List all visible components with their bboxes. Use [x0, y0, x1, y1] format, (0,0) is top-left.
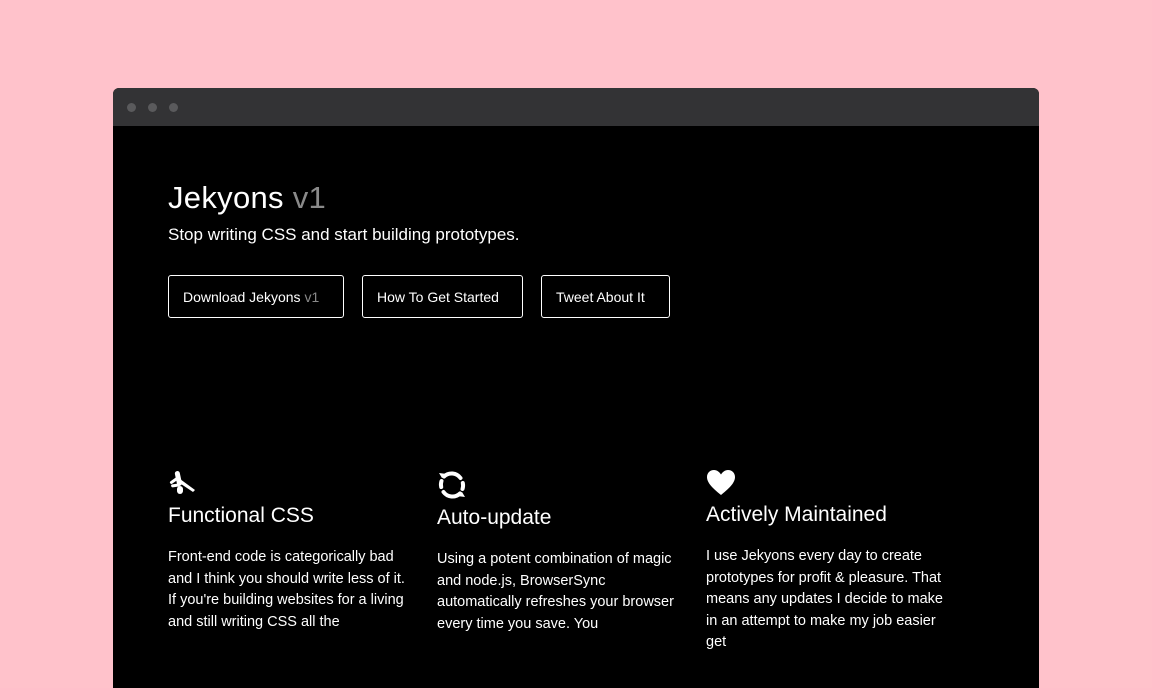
- get-started-button-label: How To Get Started: [377, 288, 499, 305]
- refresh-icon: [437, 470, 467, 505]
- download-button-label: Download Jekyons: [183, 288, 301, 305]
- download-button[interactable]: Download Jekyons v1: [168, 275, 344, 318]
- get-started-button[interactable]: How To Get Started: [362, 275, 523, 318]
- tweet-button[interactable]: Tweet About It: [541, 275, 670, 318]
- feature-description: Using a potent combination of magic and …: [437, 551, 674, 632]
- feature-description: I use Jekyons every day to create protot…: [706, 548, 943, 650]
- window-maximize-dot[interactable]: [169, 102, 178, 112]
- feature-title: Functional CSS: [168, 504, 314, 527]
- page-title: Jekyons v1: [168, 180, 326, 216]
- window-minimize-dot[interactable]: [148, 102, 157, 112]
- feature-title: Auto-update: [437, 506, 552, 529]
- heart-icon: [706, 469, 736, 502]
- feature-description: Front-end code is categorically bad and …: [168, 549, 405, 630]
- swiss-army-knife-icon: [168, 469, 198, 502]
- feature-title: Actively Maintained: [706, 503, 887, 526]
- browser-window: Jekyons v1 Stop writing CSS and start bu…: [113, 88, 1039, 688]
- window-close-dot[interactable]: [127, 102, 136, 112]
- tweet-button-label: Tweet About It: [556, 288, 645, 305]
- window-titlebar: [113, 88, 1039, 126]
- download-button-version: v1: [304, 288, 320, 305]
- title-text: Jekyons: [168, 180, 284, 215]
- page-subtitle: Stop writing CSS and start building prot…: [168, 225, 520, 244]
- title-version: v1: [292, 180, 327, 215]
- page-content: Jekyons v1 Stop writing CSS and start bu…: [168, 126, 1039, 688]
